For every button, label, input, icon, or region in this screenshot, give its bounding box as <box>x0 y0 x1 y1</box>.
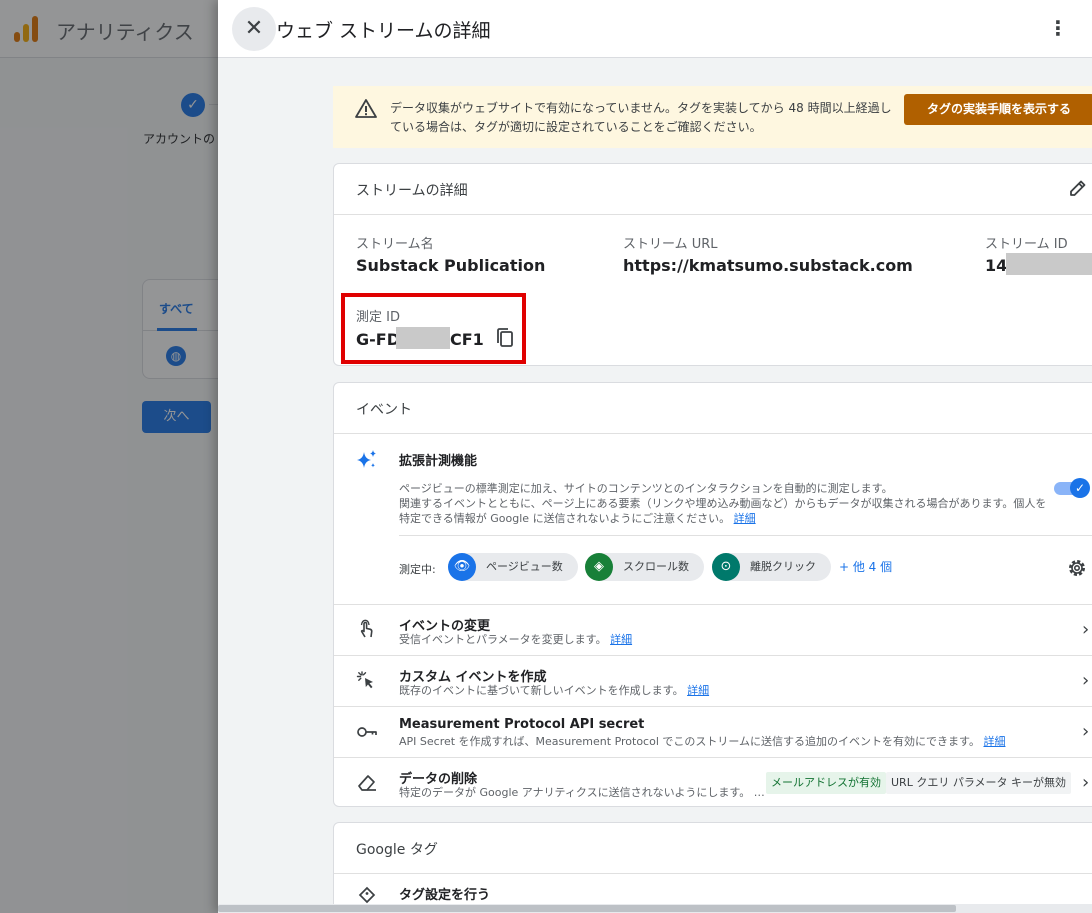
row-desc: 既存のイベントに基づいて新しいイベントを作成します。 詳細 <box>399 683 709 698</box>
eraser-icon <box>358 775 376 791</box>
data-redaction-row[interactable]: データの削除 特定のデータが Google アナリティクスに送信されないようにし… <box>334 758 1092 808</box>
events-title: イベント <box>356 402 412 418</box>
measurement-protocol-row[interactable]: Measurement Protocol API secret API Secr… <box>334 707 1092 757</box>
row-desc: API Secret を作成すれば、Measurement Protocol で… <box>399 734 1005 749</box>
events-header: イベント <box>334 383 1092 434</box>
divider <box>399 535 1092 536</box>
chip-label: ページビュー数 <box>486 560 563 573</box>
chevron-right-icon: › <box>1082 721 1090 742</box>
stream-details-title: ストリームの詳細 <box>356 183 468 199</box>
modify-events-row[interactable]: イベントの変更 受信イベントとパラメータを変更します。 詳細 › <box>334 605 1092 655</box>
redacted-measurement-id <box>396 327 450 349</box>
touch-icon <box>360 619 373 638</box>
more-events-link[interactable]: + 他 4 個 <box>839 558 892 575</box>
events-card: イベント 拡張計測機能 ページビューの標準測定に加え、サイトのコンテンツとのイン… <box>333 382 1092 807</box>
chip-label: スクロール数 <box>623 560 689 573</box>
email-enabled-badge: メールアドレスが有効 <box>766 772 886 794</box>
copy-icon[interactable] <box>495 327 515 349</box>
eye-icon: 👁 <box>448 553 476 581</box>
measuring-label: 測定中: <box>399 563 436 576</box>
chevron-right-icon: › <box>1082 670 1090 691</box>
web-stream-details-panel: ✕ ウェブ ストリームの詳細 ⋮ データ収集がウェブサイトで有効になっていません… <box>218 0 1092 913</box>
measurement-id-label: 測定 ID <box>356 310 400 325</box>
mouse-icon: ⊙ <box>712 553 740 581</box>
learn-more-link[interactable]: 詳細 <box>983 735 1005 748</box>
stream-name-label: ストリーム名 <box>356 237 434 252</box>
enhanced-measurement-toggle[interactable]: ✓ <box>1054 478 1090 498</box>
banner-message: データ収集がウェブサイトで有効になっていません。タグを実装してから 48 時間以… <box>390 101 892 134</box>
enhanced-learn-more-link[interactable]: 詳細 <box>734 512 756 525</box>
google-tag-card: Google タグ タグ設定を行う <box>333 822 1092 913</box>
chevron-right-icon: › <box>1082 772 1090 793</box>
stream-name-value: Substack Publication <box>356 256 546 275</box>
key-icon <box>357 727 377 737</box>
enhanced-desc-text: 関連するイベントとともに、ページ上にある要素（リンクや埋め込み動画など）からもデ… <box>399 497 1047 525</box>
chip-outbound-clicks[interactable]: ⊙ 離脱クリック <box>712 553 831 581</box>
learn-more-link[interactable]: 詳細 <box>610 633 632 646</box>
scroll-icon: ◈ <box>585 553 613 581</box>
enhanced-desc-line1: ページビューの標準測定に加え、サイトのコンテンツとのインタラクションを自動的に測… <box>399 482 893 495</box>
stream-url-value: https://kmatsumo.substack.com <box>623 256 913 275</box>
enhanced-desc-line2: 関連するイベントとともに、ページ上にある要素（リンクや埋め込み動画など）からもデ… <box>399 496 1049 526</box>
enhanced-measurement-title: 拡張計測機能 <box>399 454 478 469</box>
google-tag-header: Google タグ <box>334 823 1092 874</box>
create-custom-event-row[interactable]: カスタム イベントを作成 既存のイベントに基づいて新しいイベントを作成します。 … <box>334 656 1092 706</box>
row-desc-text: API Secret を作成すれば、Measurement Protocol で… <box>399 735 980 748</box>
measurement-id-prefix: G-FD <box>356 330 400 349</box>
chip-label: 離脱クリック <box>750 560 816 573</box>
click-cursor-icon <box>356 671 373 689</box>
measurement-id-suffix: CF1 <box>450 330 484 349</box>
scrollbar-thumb[interactable] <box>218 905 956 912</box>
warning-icon <box>355 99 377 118</box>
enhanced-measurement-desc: ページビューの標準測定に加え、サイトのコンテンツとのインタラクションを自動的に測… <box>399 481 1049 526</box>
more-options-icon[interactable]: ⋮ <box>1048 17 1068 41</box>
row-desc-text: 受信イベントとパラメータを変更します。 <box>399 633 607 646</box>
learn-more-link[interactable]: 詳細 <box>687 684 709 697</box>
chevron-right-icon: › <box>1082 619 1090 640</box>
card-header: ストリームの詳細 <box>334 164 1092 215</box>
google-tag-title: Google タグ <box>356 842 438 858</box>
panel-title: ウェブ ストリームの詳細 <box>276 20 491 42</box>
panel-header: ✕ ウェブ ストリームの詳細 ⋮ <box>218 0 1092 58</box>
measurement-id-highlight-box: 測定 ID G-FD CF1 <box>341 293 526 364</box>
toggle-check-icon: ✓ <box>1070 478 1090 498</box>
configure-tag-title: タグ設定を行う <box>399 888 491 903</box>
row-desc-text: 既存のイベントに基づいて新しいイベントを作成します。 <box>399 684 684 697</box>
close-button[interactable]: ✕ <box>232 7 276 51</box>
stream-details-card: ストリームの詳細 ストリーム名 Substack Publication ストリ… <box>333 163 1092 366</box>
gear-icon[interactable] <box>1067 558 1087 578</box>
edit-icon[interactable] <box>1068 178 1088 198</box>
stream-id-value: 14 <box>985 256 1008 275</box>
row-desc: 特定のデータが Google アナリティクスに送信されないようにします。 … <box>399 786 765 799</box>
stream-url-label: ストリーム URL <box>623 237 718 252</box>
show-tag-instructions-button[interactable]: タグの実装手順を表示する <box>904 94 1092 125</box>
warning-banner: データ収集がウェブサイトで有効になっていません。タグを実装してから 48 時間以… <box>333 86 1092 148</box>
row-title: Measurement Protocol API secret <box>399 717 645 732</box>
sparkle-icon <box>357 450 376 468</box>
chip-scrolls[interactable]: ◈ スクロール数 <box>585 553 704 581</box>
url-query-disabled-badge: URL クエリ パラメータ キーが無効 <box>886 772 1071 794</box>
chip-page-views[interactable]: 👁 ページビュー数 <box>448 553 578 581</box>
stream-id-label: ストリーム ID <box>985 237 1068 252</box>
row-desc: 受信イベントとパラメータを変更します。 詳細 <box>399 632 632 647</box>
horizontal-scrollbar[interactable] <box>218 904 1092 913</box>
redacted-stream-id <box>1006 253 1092 275</box>
